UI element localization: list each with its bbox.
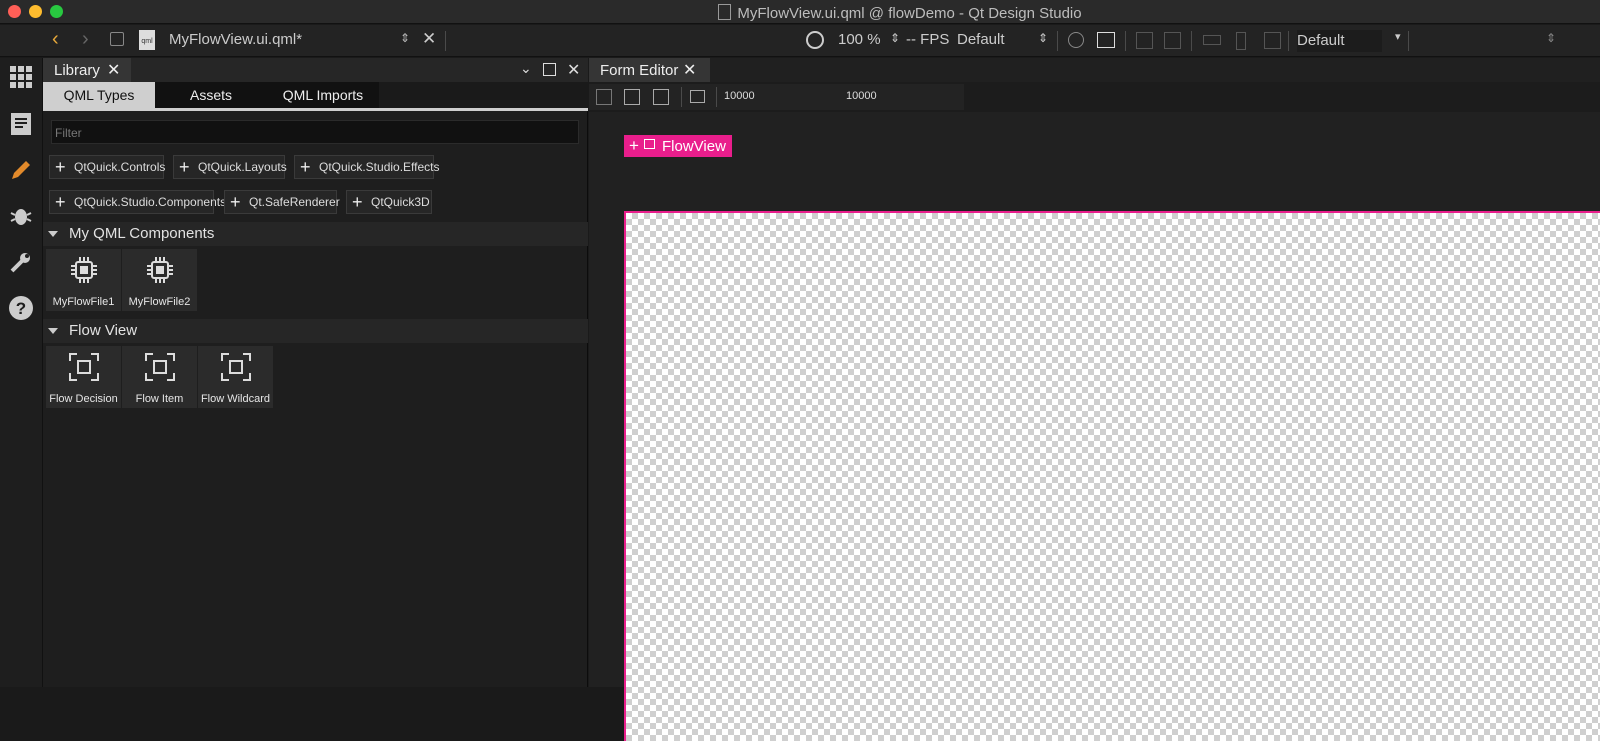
flowview-canvas[interactable] xyxy=(624,211,1600,741)
plus-icon: + xyxy=(352,192,363,212)
move-handle-icon[interactable]: + xyxy=(629,136,639,156)
subtab-underline xyxy=(43,108,588,111)
float-panel-icon[interactable] xyxy=(543,63,556,76)
select-item-icon[interactable] xyxy=(644,139,655,149)
projects-mode-icon[interactable] xyxy=(5,246,37,278)
svg-text:?: ? xyxy=(16,299,26,318)
grid-layout-icon[interactable] xyxy=(1264,32,1281,49)
add-import-qtquick-layouts-button[interactable]: + QtQuick.Layouts xyxy=(173,155,287,179)
tab-qml-imports[interactable]: QML Imports xyxy=(267,82,379,108)
component-chip-icon xyxy=(146,257,173,283)
zoom-stepper-icon[interactable]: ⇕ xyxy=(890,31,900,45)
fps-value: -- FPS xyxy=(906,31,950,48)
help-mode-icon[interactable]: ? xyxy=(5,292,37,324)
section-flow-view[interactable]: Flow View xyxy=(43,319,588,343)
close-form-editor-icon[interactable]: ✕ xyxy=(683,60,696,80)
add-import-qtquick-controls-button[interactable]: + QtQuick.Controls xyxy=(49,155,165,179)
view-stepper-icon[interactable]: ⇕ xyxy=(1546,31,1556,45)
live-preview-icon[interactable] xyxy=(1068,32,1084,48)
form-editor-toolbar: 10000 10000 xyxy=(589,84,964,110)
collapse-triangle-icon xyxy=(48,328,58,334)
close-panel-icon[interactable]: ✕ xyxy=(567,60,580,80)
add-import-safe-renderer-button[interactable]: + Qt.SafeRenderer xyxy=(224,190,340,214)
library-item-myflowfile1[interactable]: MyFlowFile1 xyxy=(46,249,121,311)
play-preview-icon[interactable] xyxy=(806,31,824,49)
form-editor-canvas[interactable] xyxy=(589,112,1600,741)
library-tab[interactable]: Library ✕ xyxy=(43,58,131,82)
back-arrow-icon[interactable]: ‹ xyxy=(52,28,59,51)
add-import-studio-components-button[interactable]: + QtQuick.Studio.Components xyxy=(49,190,226,214)
plus-icon: + xyxy=(55,192,66,212)
filter-input[interactable]: Filter xyxy=(51,120,579,144)
welcome-mode-icon[interactable] xyxy=(5,61,37,93)
form-editor-tab[interactable]: Form Editor ✕ xyxy=(589,58,710,82)
root-size-icon[interactable] xyxy=(690,90,705,103)
plus-icon: + xyxy=(179,157,190,177)
debug-mode-icon[interactable] xyxy=(5,199,37,231)
form-editor-header: Form Editor ✕ xyxy=(589,58,1600,82)
style-select[interactable]: Default xyxy=(1297,30,1382,52)
add-import-studio-effects-button[interactable]: + QtQuick.Studio.Effects xyxy=(294,155,440,179)
add-import-qtquick3d-button[interactable]: + QtQuick3D xyxy=(346,190,432,214)
plus-icon: + xyxy=(300,157,311,177)
design-mode-icon[interactable] xyxy=(5,154,37,186)
library-item-flow-wildcard[interactable]: Flow Wildcard xyxy=(198,346,273,408)
close-library-icon[interactable]: ✕ xyxy=(107,60,120,80)
library-panel-header: Library ✕ ⌄ ✕ xyxy=(43,58,588,82)
component-chip-icon xyxy=(70,257,97,283)
flowview-selection-tag[interactable]: + FlowView xyxy=(624,135,732,157)
plus-icon: + xyxy=(55,157,66,177)
lock-icon[interactable] xyxy=(110,32,124,46)
form-editor-panel: Form Editor ✕ 10000 10000 + FlowView xyxy=(589,58,1600,741)
collapse-triangle-icon xyxy=(48,231,58,237)
preview-size-select[interactable]: Default xyxy=(957,31,1005,48)
column-layout-icon[interactable] xyxy=(1236,32,1246,50)
edit-mode-icon[interactable] xyxy=(5,108,37,140)
library-panel: Library ✕ ⌄ ✕ QML Types Assets QML Impor… xyxy=(43,58,588,687)
preview-size-dropdown-icon[interactable]: ⇕ xyxy=(1038,31,1048,45)
window-title: MyFlowView.ui.qml @ flowDemo - Qt Design… xyxy=(0,4,1600,22)
reset-size-icon[interactable] xyxy=(1164,32,1181,49)
row-layout-icon[interactable] xyxy=(1203,35,1221,45)
tab-assets[interactable]: Assets xyxy=(155,82,267,108)
flow-decision-icon xyxy=(68,353,99,381)
show-bounds-icon[interactable] xyxy=(653,89,669,105)
plus-icon: + xyxy=(230,192,241,212)
library-item-flow-item[interactable]: Flow Item xyxy=(122,346,197,408)
root-height-field[interactable]: 10000 xyxy=(846,90,877,102)
tab-qml-types[interactable]: QML Types xyxy=(43,82,155,108)
snap-anchors-icon[interactable] xyxy=(624,89,640,105)
open-file-name[interactable]: MyFlowView.ui.qml* xyxy=(169,31,302,48)
mode-selector: ? xyxy=(0,58,43,687)
flow-wildcard-icon xyxy=(220,353,251,381)
file-dropdown-icon[interactable]: ⇕ xyxy=(400,31,410,45)
library-item-myflowfile2[interactable]: MyFlowFile2 xyxy=(122,249,197,311)
root-width-field[interactable]: 10000 xyxy=(724,90,755,102)
snap-parent-icon[interactable] xyxy=(596,89,612,105)
flow-item-icon xyxy=(144,353,175,381)
title-bar: MyFlowView.ui.qml @ flowDemo - Qt Design… xyxy=(0,0,1600,24)
library-subtabs: QML Types Assets QML Imports xyxy=(43,82,588,108)
document-icon xyxy=(718,4,732,20)
select-parent-icon[interactable] xyxy=(1136,32,1153,49)
forward-arrow-icon[interactable]: › xyxy=(82,28,89,51)
chevron-down-icon[interactable]: ⌄ xyxy=(520,60,532,77)
main-toolbar: ‹ › qml MyFlowView.ui.qml* ⇕ ✕ 100 % ⇕ -… xyxy=(0,25,1600,57)
close-document-icon[interactable]: ✕ xyxy=(422,29,436,49)
zoom-value[interactable]: 100 % xyxy=(838,31,881,48)
qml-file-icon: qml xyxy=(139,30,155,50)
style-dropdown-icon[interactable]: ▾ xyxy=(1395,30,1401,43)
library-item-flow-decision[interactable]: Flow Decision xyxy=(46,346,121,408)
section-my-qml-components[interactable]: My QML Components xyxy=(43,222,588,246)
screenshot-icon[interactable] xyxy=(1097,32,1115,48)
